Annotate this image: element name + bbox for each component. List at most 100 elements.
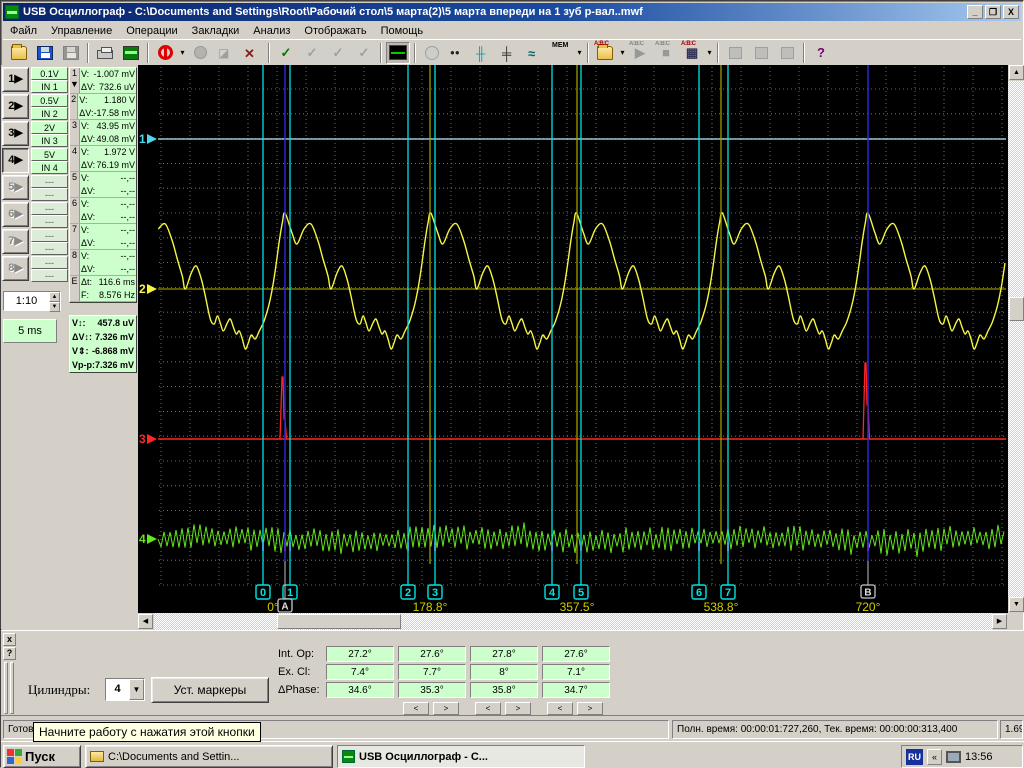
channel-4-range[interactable]: 5V (31, 148, 68, 161)
channel-6-button[interactable]: 6▶ (2, 202, 29, 227)
abc-open-button[interactable]: A:B:C (593, 41, 617, 64)
menu-помощь[interactable]: Помощь (374, 23, 431, 39)
cylinders-select[interactable]: 4 ▼ (105, 678, 145, 701)
scale-spinbox[interactable]: 1:10 ▲ ▼ (3, 291, 61, 312)
cylinder-4-next-button[interactable]: > (577, 702, 603, 715)
plot-hscrollbar[interactable]: ◀ ▶ (138, 613, 1008, 630)
plot-vscrollbar[interactable]: ▲ ▼ (1008, 65, 1024, 613)
scale-up-button[interactable]: ▲ (49, 292, 60, 302)
help-button[interactable] (809, 41, 833, 64)
scale-down-button[interactable]: ▼ (49, 302, 60, 312)
layout-1-button[interactable] (723, 41, 747, 64)
menu-операции[interactable]: Операции (119, 23, 184, 39)
signal-scale-button[interactable] (524, 41, 548, 64)
channel-2-input[interactable]: IN 2 (31, 107, 68, 120)
channel-1-input[interactable]: IN 1 (31, 80, 68, 93)
channel-7-range[interactable]: --- (31, 229, 68, 242)
open-file-button[interactable] (7, 41, 31, 64)
mem-button-dropdown[interactable]: ▾ (575, 42, 584, 64)
channel-3-marker-arrow[interactable] (147, 434, 157, 444)
delete-button[interactable] (240, 41, 264, 64)
cursors-tool-button[interactable] (498, 41, 522, 64)
channel-3-button[interactable]: 3▶ (2, 121, 29, 146)
power-button-dropdown[interactable]: ▾ (178, 42, 187, 64)
abc-open-button-dropdown[interactable]: ▾ (618, 42, 627, 64)
channel-5-range[interactable]: --- (31, 175, 68, 188)
abc-stop-button[interactable]: A:B:C (654, 41, 678, 64)
search-globe-button[interactable] (420, 41, 444, 64)
panel-splitter[interactable] (4, 662, 8, 714)
power-button[interactable] (153, 41, 177, 64)
check-accept-button[interactable] (274, 41, 298, 64)
language-indicator[interactable]: RU (906, 748, 923, 765)
channel-8-input[interactable]: --- (31, 269, 68, 282)
channel-4-button[interactable]: 4▶ (2, 148, 29, 173)
channel-4-input[interactable]: IN 4 (31, 161, 68, 174)
set-markers-button[interactable]: Уст. маркеры (151, 677, 269, 703)
abc-panel-button[interactable]: A:B:C (680, 41, 704, 64)
erase-button[interactable] (214, 41, 238, 64)
panel-help-button[interactable]: ? (3, 647, 16, 660)
check-double-button[interactable] (326, 41, 350, 64)
channel-6-range[interactable]: --- (31, 202, 68, 215)
start-button[interactable]: Пуск (3, 745, 81, 768)
waveform-canvas[interactable]: 0 1 2 3 4 5 6 7 A B 0° 178.8° 357.5° 538.8° 720° 1 2 3 4 (138, 65, 1008, 614)
menu-управление[interactable]: Управление (44, 23, 119, 39)
channel-8-range[interactable]: --- (31, 256, 68, 269)
channel-1-range[interactable]: 0.1V (31, 67, 68, 80)
restore-button[interactable]: ❐ (985, 5, 1001, 19)
taskbar-item-oscilloscope[interactable]: USB Осциллограф - C... (337, 745, 585, 768)
vscroll-thumb[interactable] (1009, 297, 1024, 321)
cylinders-dropdown-arrow[interactable]: ▼ (129, 679, 144, 700)
menu-отображать[interactable]: Отображать (297, 23, 373, 39)
display-tray-icon[interactable] (946, 750, 961, 763)
abc-play-button[interactable]: A:B:C (628, 41, 652, 64)
minimize-button[interactable]: _ (967, 5, 983, 19)
vscroll-down-button[interactable]: ▼ (1009, 597, 1024, 612)
channel-7-button[interactable]: 7▶ (2, 229, 29, 254)
channel-4-marker-arrow[interactable] (147, 534, 157, 544)
cylinder-3-prev-button[interactable]: < (475, 702, 501, 715)
timebase-box[interactable]: 5 ms (3, 319, 57, 343)
save-button[interactable] (33, 41, 57, 64)
save-screen-button[interactable] (119, 41, 143, 64)
hscroll-thumb[interactable] (277, 614, 401, 629)
layout-2-button[interactable] (749, 41, 773, 64)
find-button[interactable] (446, 41, 470, 64)
cylinder-2-next-button[interactable]: > (433, 702, 459, 715)
display-mode-button[interactable] (386, 41, 410, 64)
hscroll-right-button[interactable]: ▶ (992, 614, 1007, 629)
check-next-button[interactable] (352, 41, 376, 64)
channel-5-button[interactable]: 5▶ (2, 175, 29, 200)
menu-закладки[interactable]: Закладки (185, 23, 247, 39)
record-button[interactable] (188, 41, 212, 64)
layout-3-button[interactable] (775, 41, 799, 64)
channel-2-range[interactable]: 0.5V (31, 94, 68, 107)
vscroll-up-button[interactable]: ▲ (1009, 65, 1024, 80)
print-button[interactable] (93, 41, 117, 64)
vscroll-track[interactable] (1008, 81, 1024, 597)
channel-3-range[interactable]: 2V (31, 121, 68, 134)
save-copy-button[interactable] (59, 41, 83, 64)
abc-panel-button-dropdown[interactable]: ▾ (705, 42, 714, 64)
channel-1-button[interactable]: 1▶ (2, 67, 29, 92)
channel-8-button[interactable]: 8▶ (2, 256, 29, 281)
oscilloscope-display[interactable]: 0 1 2 3 4 5 6 7 A B 0° 178.8° 357.5° 538.8° 720° 1 2 3 4 (138, 65, 1008, 614)
cylinder-4-prev-button[interactable]: < (547, 702, 573, 715)
set-markers-tool-button[interactable] (472, 41, 496, 64)
mem-button[interactable]: MEM (550, 41, 574, 64)
channel-2-marker-arrow[interactable] (147, 284, 157, 294)
menu-файл[interactable]: Файл (3, 23, 44, 39)
channel-5-input[interactable]: --- (31, 188, 68, 201)
cylinder-3-next-button[interactable]: > (505, 702, 531, 715)
channel-7-input[interactable]: --- (31, 242, 68, 255)
check-down-button[interactable] (300, 41, 324, 64)
channel-3-input[interactable]: IN 3 (31, 134, 68, 147)
panel-close-button[interactable]: x (3, 633, 16, 646)
menu-анализ[interactable]: Анализ (246, 23, 297, 39)
channel-6-input[interactable]: --- (31, 215, 68, 228)
tray-expand-button[interactable]: « (927, 748, 942, 765)
panel-splitter-2[interactable] (10, 662, 14, 714)
cylinder-2-prev-button[interactable]: < (403, 702, 429, 715)
channel-1-marker-arrow[interactable] (147, 134, 157, 144)
